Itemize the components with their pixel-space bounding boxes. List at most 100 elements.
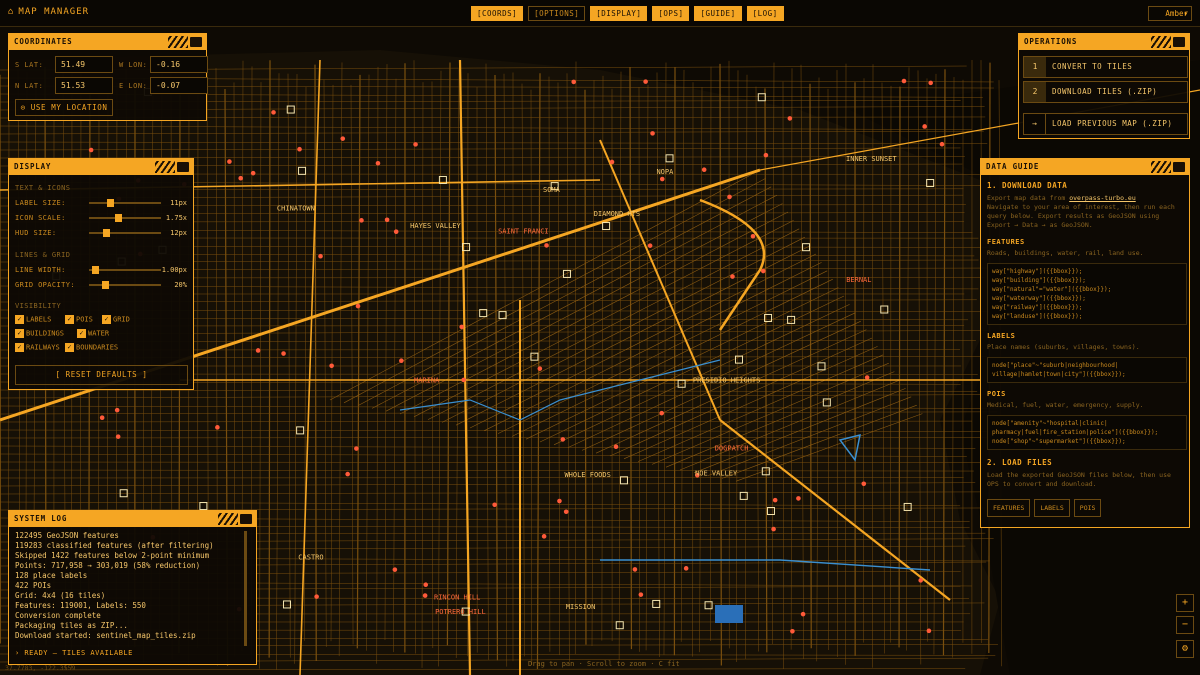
s-lat-input[interactable]: 51.49 xyxy=(55,56,113,73)
slider-knob[interactable] xyxy=(115,214,122,222)
features-query[interactable]: way["highway"]({{bbox}}); way["building"… xyxy=(987,263,1187,325)
nav-tab-3[interactable]: [OPS] xyxy=(652,6,690,21)
poi-marker[interactable] xyxy=(354,446,359,451)
collapse-icon[interactable] xyxy=(1173,162,1185,172)
poi-marker[interactable] xyxy=(638,592,644,597)
poi-marker[interactable] xyxy=(571,79,577,85)
poi-marker[interactable] xyxy=(318,253,323,259)
labels-query[interactable]: node["place"~"suburb|neighbourhood| vill… xyxy=(987,357,1187,383)
poi-marker[interactable] xyxy=(393,229,399,234)
poi-marker[interactable] xyxy=(727,194,732,200)
poi-marker[interactable] xyxy=(613,444,619,450)
poi-marker[interactable] xyxy=(790,629,795,634)
poi-marker[interactable] xyxy=(459,324,464,330)
download-tiles-button[interactable]: 2 DOWNLOAD TILES (.ZIP) xyxy=(1023,81,1188,103)
poi-marker[interactable] xyxy=(643,79,648,84)
poi-marker[interactable] xyxy=(763,152,769,158)
poi-marker[interactable] xyxy=(563,509,569,515)
poi-marker[interactable] xyxy=(238,175,243,181)
poi-marker[interactable] xyxy=(297,146,302,152)
poi-marker[interactable] xyxy=(659,410,665,416)
poi-marker[interactable] xyxy=(329,363,334,369)
poi-marker[interactable] xyxy=(760,268,766,274)
settings-gear-icon[interactable]: ⚙ xyxy=(1176,640,1194,658)
poi-marker[interactable] xyxy=(918,578,923,583)
poi-marker[interactable] xyxy=(340,136,346,141)
poi-marker[interactable] xyxy=(250,170,256,176)
icon-scale-slider[interactable] xyxy=(89,214,161,222)
nav-tab-2[interactable]: [DISPLAY] xyxy=(590,6,648,21)
poi-marker[interactable] xyxy=(864,375,870,380)
check-buildings[interactable]: ✓ BUILDINGS xyxy=(15,329,64,338)
load-labels-button[interactable]: LABELS xyxy=(1034,499,1070,517)
overpass-link[interactable]: overpass-turbo.eu xyxy=(1069,194,1136,202)
grid-opacity-slider[interactable] xyxy=(89,281,161,289)
poi-marker[interactable] xyxy=(281,351,286,356)
poi-marker[interactable] xyxy=(901,78,907,84)
poi-marker[interactable] xyxy=(99,415,105,420)
slider-knob[interactable] xyxy=(92,266,100,274)
collapse-icon[interactable] xyxy=(177,162,189,172)
poi-marker[interactable] xyxy=(772,497,778,503)
poi-marker[interactable] xyxy=(796,496,801,501)
collapse-icon[interactable] xyxy=(240,514,252,524)
poi-marker[interactable] xyxy=(384,217,390,223)
nav-tab-1[interactable]: [OPTIONS] xyxy=(528,6,586,21)
poi-marker[interactable] xyxy=(271,110,276,115)
load-previous-button[interactable]: → LOAD PREVIOUS MAP (.ZIP) xyxy=(1023,113,1188,135)
load-pois-button[interactable]: POIS xyxy=(1073,499,1102,517)
poi-marker[interactable] xyxy=(750,233,756,239)
poi-marker[interactable] xyxy=(800,611,806,617)
poi-marker[interactable] xyxy=(939,141,945,147)
nav-tab-5[interactable]: [LOG] xyxy=(746,6,784,21)
poi-marker[interactable] xyxy=(787,116,793,121)
check-railways[interactable]: ✓ RAILWAYS xyxy=(15,343,60,352)
poi-marker[interactable] xyxy=(314,594,319,599)
slider-knob[interactable] xyxy=(103,229,111,237)
check-pois[interactable]: ✓ POIS xyxy=(65,315,93,324)
poi-marker[interactable] xyxy=(345,471,350,477)
load-features-button[interactable]: FEATURES xyxy=(987,499,1031,517)
convert-tiles-button[interactable]: 1 CONVERT TO TILES xyxy=(1023,56,1188,78)
poi-marker[interactable] xyxy=(537,366,543,371)
collapse-icon[interactable] xyxy=(190,37,202,47)
slider-knob[interactable] xyxy=(102,281,109,289)
poi-marker[interactable] xyxy=(422,593,428,598)
poi-marker[interactable] xyxy=(255,348,261,353)
pois-query[interactable]: node["amenity"~"hospital|clinic| pharmac… xyxy=(987,415,1187,450)
check-water[interactable]: ✓ WATER xyxy=(77,329,109,338)
poi-marker[interactable] xyxy=(88,147,94,153)
e-lon-input[interactable]: -0.07 xyxy=(150,77,208,94)
zoom-in-button[interactable]: + xyxy=(1176,594,1194,612)
poi-marker[interactable] xyxy=(647,243,653,248)
poi-marker[interactable] xyxy=(541,534,547,539)
theme-select[interactable]: Amber ▾ xyxy=(1148,6,1192,21)
poi-marker[interactable] xyxy=(115,434,121,439)
poi-marker[interactable] xyxy=(355,303,361,309)
poi-marker[interactable] xyxy=(423,582,429,587)
poi-marker[interactable] xyxy=(114,407,120,413)
poi-marker[interactable] xyxy=(560,437,566,442)
poi-marker[interactable] xyxy=(861,481,867,487)
poi-marker[interactable] xyxy=(413,142,418,147)
label-size-slider[interactable] xyxy=(89,199,161,207)
poi-marker[interactable] xyxy=(359,218,364,223)
home-icon[interactable]: ⌂ xyxy=(8,7,14,17)
poi-marker[interactable] xyxy=(650,131,655,136)
poi-marker[interactable] xyxy=(375,160,381,166)
poi-marker[interactable] xyxy=(632,567,638,572)
check-grid[interactable]: ✓ GRID xyxy=(102,315,130,324)
poi-marker[interactable] xyxy=(683,566,689,571)
n-lat-input[interactable]: 51.53 xyxy=(55,77,113,94)
collapse-icon[interactable] xyxy=(1173,37,1185,47)
poi-marker[interactable] xyxy=(928,80,933,86)
check-labels[interactable]: ✓ LABELS xyxy=(15,315,51,324)
poi-marker[interactable] xyxy=(461,377,466,383)
hud-size-slider[interactable] xyxy=(89,229,161,237)
zoom-out-button[interactable]: − xyxy=(1176,616,1194,634)
poi-marker[interactable] xyxy=(926,628,932,634)
poi-marker[interactable] xyxy=(609,159,615,165)
poi-marker[interactable] xyxy=(771,526,776,532)
nav-tab-0[interactable]: [COORDS] xyxy=(471,6,524,21)
poi-marker[interactable] xyxy=(701,167,707,173)
